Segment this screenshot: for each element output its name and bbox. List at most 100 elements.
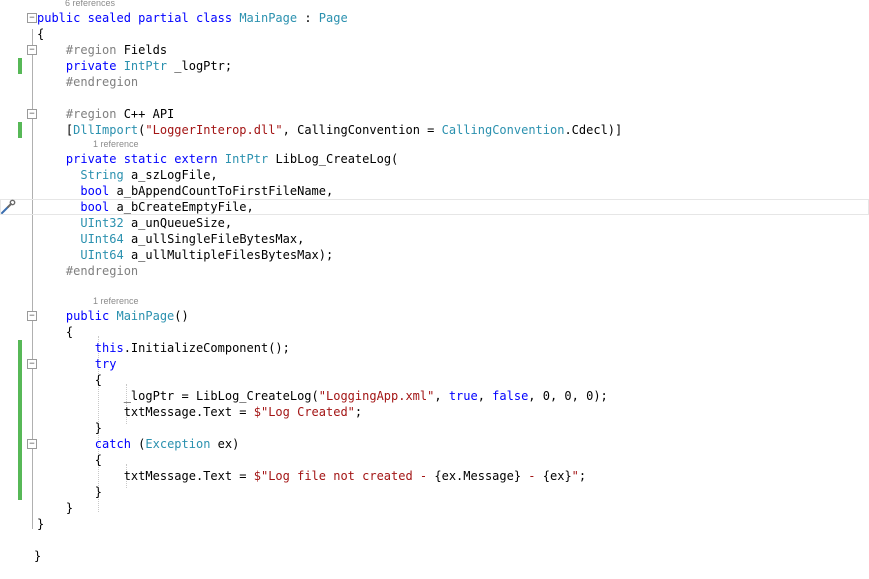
code-line[interactable]: − catch (Exception ex) [0, 436, 869, 452]
code-token: catch [94, 437, 139, 451]
code-lens-references[interactable]: 1 reference [93, 140, 139, 149]
code-token: #region [65, 107, 124, 121]
code-text: UInt32 a_unQueueSize, [37, 215, 232, 231]
code-token: UInt32 [80, 216, 124, 230]
code-line[interactable]: } [0, 500, 869, 516]
code-token: , CallingConvention = [282, 123, 442, 137]
code-line[interactable]: [DllImport("LoggerInterop.dll", CallingC… [0, 122, 869, 138]
collapse-toggle[interactable]: − [27, 359, 37, 369]
code-line[interactable]: #endregion [0, 263, 869, 279]
code-line[interactable]: } [0, 420, 869, 436]
code-line[interactable]: String a_szLogFile, [0, 167, 869, 183]
code-lens-references[interactable]: 1 reference [93, 297, 139, 306]
code-token: IntPtr [224, 152, 269, 166]
code-line[interactable]: } [0, 516, 869, 532]
code-line[interactable]: UInt32 a_unQueueSize, [0, 215, 869, 231]
code-line[interactable]: #endregion [0, 74, 869, 90]
code-token: [ [37, 123, 74, 137]
code-token: #endregion [65, 264, 139, 278]
code-text: #region Fields [37, 42, 167, 58]
code-token: .Cdecl)] [564, 123, 623, 137]
code-line[interactable]: bool a_bAppendCountToFirstFileName, [0, 183, 869, 199]
code-text: try [37, 356, 117, 372]
code-line[interactable]: txtMessage.Text = $"Log file not created… [0, 468, 869, 484]
code-text: } [37, 484, 102, 500]
code-line[interactable]: { [0, 372, 869, 388]
code-text: private static extern IntPtr LibLog_Crea… [37, 151, 398, 167]
code-token: sealed [87, 11, 139, 25]
code-token: $"Log Created" [253, 405, 355, 419]
code-token: bool [80, 200, 110, 214]
code-line[interactable]: − #region Fields [0, 42, 869, 58]
collapse-toggle[interactable]: − [27, 311, 37, 321]
code-token: ; [354, 405, 363, 419]
code-editor[interactable]: 6 references 1 reference 1 reference − p… [0, 0, 869, 579]
code-token: , 0, 0, 0); [528, 389, 608, 403]
code-token: { [37, 325, 74, 339]
code-line[interactable]: UInt64 a_ullSingleFileBytesMax, [0, 231, 869, 247]
code-line[interactable]: − #region C++ API [0, 106, 869, 122]
code-text: public MainPage() [37, 308, 189, 324]
code-text: } [37, 500, 73, 516]
code-token: .InitializeComponent(); [123, 341, 290, 355]
collapse-toggle[interactable]: − [27, 13, 37, 23]
code-token: {ex} [542, 469, 572, 483]
code-line[interactable]: this.InitializeComponent(); [0, 340, 869, 356]
code-line[interactable]: − public sealed partial class MainPage :… [0, 10, 869, 26]
code-token: ex) [210, 437, 240, 451]
code-line[interactable] [0, 279, 869, 295]
code-line[interactable]: txtMessage.Text = $"Log Created"; [0, 404, 869, 420]
code-line[interactable]: private IntPtr _logPtr; [0, 58, 869, 74]
code-line[interactable] [0, 90, 869, 106]
code-token: IntPtr [123, 59, 168, 73]
code-token: #region [65, 43, 124, 57]
code-text: _logPtr = LibLog_CreateLog("LoggingApp.x… [37, 388, 608, 404]
code-token: extern [174, 152, 225, 166]
code-token: " [571, 469, 579, 483]
code-token: UInt64 [80, 232, 124, 246]
code-text: #region C++ API [37, 106, 174, 122]
code-text: private IntPtr _logPtr; [37, 58, 232, 74]
collapse-toggle[interactable]: − [27, 439, 37, 449]
code-token: "LoggingApp.xml" [318, 389, 435, 403]
code-line[interactable]: { [0, 452, 869, 468]
code-token: partial [138, 11, 196, 25]
code-token: $"Log file not created - [253, 469, 435, 483]
code-line[interactable]: } [0, 532, 869, 563]
code-line[interactable]: } [0, 484, 869, 500]
code-lens-references[interactable]: 6 references [65, 0, 115, 8]
code-line[interactable]: UInt64 a_ullMultipleFilesBytesMax); [0, 247, 869, 263]
code-line[interactable]: − public MainPage() [0, 308, 869, 324]
code-token: DllImport [73, 123, 139, 137]
code-token: a_ullSingleFileBytesMax, [123, 232, 305, 246]
code-token: a_szLogFile, [123, 168, 218, 182]
code-token: this [94, 341, 124, 355]
code-line[interactable]: { [0, 324, 869, 340]
code-text: [DllImport("LoggerInterop.dll", CallingC… [37, 122, 622, 138]
code-text: #endregion [37, 263, 138, 279]
collapse-toggle[interactable]: − [27, 45, 37, 55]
code-token: : [297, 11, 319, 25]
code-token: a_unQueueSize, [123, 216, 233, 230]
code-text: { [37, 324, 73, 340]
code-line[interactable]: − try [0, 356, 869, 372]
code-line[interactable]: private static extern IntPtr LibLog_Crea… [0, 151, 869, 167]
code-line[interactable]: _logPtr = LibLog_CreateLog("LoggingApp.x… [0, 388, 869, 404]
code-token: C++ API [123, 107, 175, 121]
code-token: } [37, 421, 103, 435]
code-token: static [123, 152, 175, 166]
wrench-icon[interactable] [0, 198, 16, 216]
code-line[interactable]: { [0, 26, 869, 42]
collapse-toggle[interactable]: − [27, 109, 37, 119]
code-text: UInt64 a_ullSingleFileBytesMax, [37, 231, 304, 247]
current-line[interactable]: bool a_bCreateEmptyFile, [0, 199, 869, 215]
